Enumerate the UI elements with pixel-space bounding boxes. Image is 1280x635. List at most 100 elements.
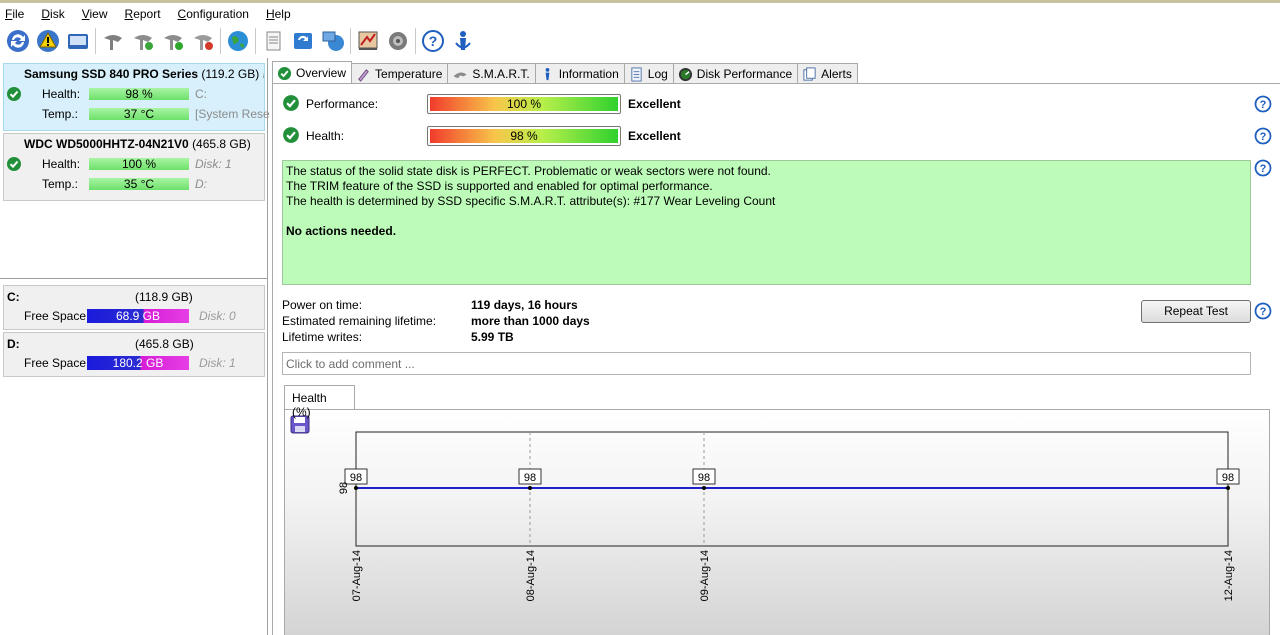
- status-box: The status of the solid state disk is PE…: [282, 160, 1251, 285]
- data-label: 98: [524, 472, 536, 484]
- health-label: Health:: [306, 129, 345, 143]
- performance-row: Performance: 100 % Excellent: [282, 93, 702, 115]
- tab-information[interactable]: Information: [534, 63, 625, 84]
- tab-label: S.M.A.R.T.: [472, 67, 530, 81]
- help-icon[interactable]: ?: [1254, 127, 1272, 145]
- comment-input[interactable]: Click to add comment ...: [282, 352, 1251, 375]
- tab-label: Overview: [296, 66, 347, 80]
- help-icon[interactable]: ?: [1254, 159, 1272, 177]
- y-tick-label: 98: [338, 482, 350, 494]
- tab-disk-performance[interactable]: Disk Performance: [672, 63, 799, 84]
- performance-verdict: Excellent: [628, 97, 681, 111]
- toolbar-separator: [350, 28, 351, 54]
- alert-icon[interactable]: [33, 26, 63, 56]
- disk-item-samsung[interactable]: Samsung SSD 840 PRO Series (119.2 GB) Di…: [3, 63, 270, 131]
- disk-title: Samsung SSD 840 PRO Series (119.2 GB) Di: [24, 67, 264, 81]
- hdd-warning-icon[interactable]: [188, 26, 218, 56]
- about-icon[interactable]: [448, 26, 478, 56]
- menu-bar: File Disk View Report Configuration Help: [0, 3, 1280, 24]
- volume-item-c[interactable]: C: (118.9 GB) Free Space 68.9 GB Disk: 0: [3, 285, 265, 330]
- partition-note: [System Rese: [195, 107, 270, 121]
- hdd-tool-icon[interactable]: [98, 26, 128, 56]
- check-icon: [6, 156, 22, 175]
- health-value: 98 %: [430, 129, 618, 143]
- toolbar-separator: [95, 28, 96, 54]
- menu-configuration[interactable]: Configuration: [178, 7, 249, 21]
- lifetime-writes-value: 5.99 TB: [471, 330, 514, 344]
- volume-note: C:: [195, 87, 207, 101]
- help-icon[interactable]: ?: [418, 26, 448, 56]
- x-tick-label: 08-Aug-14: [525, 550, 537, 601]
- tab-overview[interactable]: Overview: [272, 61, 353, 84]
- hdd-check-icon[interactable]: [128, 26, 158, 56]
- performance-icon: [678, 67, 692, 81]
- toolbar-separator: [255, 28, 256, 54]
- disk-temp-row: Temp.: 35 °C D:: [4, 174, 264, 194]
- overview-content: Performance: 100 % Excellent Health: 98 …: [272, 83, 1280, 635]
- toolbar-separator: [220, 28, 221, 54]
- speaker-icon[interactable]: [383, 26, 413, 56]
- help-icon[interactable]: ?: [1254, 95, 1272, 113]
- globe-icon[interactable]: [223, 26, 253, 56]
- x-tick-label: 12-Aug-14: [1223, 550, 1235, 601]
- performance-gauge: 100 %: [427, 94, 621, 114]
- temp-label: Temp.:: [42, 107, 79, 121]
- volume-item-d[interactable]: D: (465.8 GB) Free Space 180.2 GB Disk: …: [3, 332, 265, 377]
- tab-smart[interactable]: S.M.A.R.T.: [447, 63, 536, 84]
- volume-letter: D:: [7, 337, 20, 351]
- check-icon: [277, 66, 292, 80]
- disk-temp-row: Temp.: 37 °C [System Rese: [4, 104, 270, 124]
- menu-file[interactable]: File: [5, 7, 24, 21]
- power-on-label: Power on time:: [282, 298, 363, 312]
- health-row: Health: 98 % Excellent: [282, 125, 702, 147]
- repeat-test-button[interactable]: Repeat Test: [1141, 300, 1251, 323]
- tab-label: Temperature: [375, 67, 443, 81]
- health-bar: 100 %: [89, 158, 189, 170]
- volume-letter: C:: [7, 290, 20, 304]
- help-icon[interactable]: ?: [1254, 302, 1272, 320]
- disk-health-row: Health: 100 % Disk: 1: [4, 154, 264, 174]
- menu-disk[interactable]: Disk: [41, 7, 64, 21]
- smart-icon: [453, 72, 467, 78]
- chart-tool-icon[interactable]: [353, 26, 383, 56]
- sync-icon[interactable]: [288, 26, 318, 56]
- status-action: No actions needed.: [286, 224, 397, 238]
- main-pane: Overview Temperature S.M.A.R.T. Informat…: [272, 58, 1280, 635]
- network-icon[interactable]: [318, 26, 348, 56]
- volume-disk-note: Disk: 0: [199, 309, 236, 323]
- menu-help[interactable]: Help: [266, 7, 291, 21]
- data-label: 98: [1222, 472, 1234, 484]
- temp-bar: 35 °C: [89, 178, 189, 190]
- volume-disk-note: Disk: 1: [199, 356, 236, 370]
- tab-label: Disk Performance: [696, 67, 793, 81]
- menu-report[interactable]: Report: [125, 7, 161, 21]
- status-line: The health is determined by SSD specific…: [286, 194, 776, 208]
- svg-text:?: ?: [1260, 306, 1267, 318]
- tab-label: Information: [558, 67, 619, 81]
- tab-label: Log: [647, 67, 668, 81]
- svg-text:?: ?: [1260, 163, 1267, 175]
- health-label: Health:: [42, 157, 81, 171]
- temp-bar: 37 °C: [89, 108, 189, 120]
- status-line: The TRIM feature of the SSD is supported…: [286, 179, 713, 193]
- data-point: [354, 486, 358, 490]
- drive-icon[interactable]: [63, 26, 93, 56]
- disk-item-wdc[interactable]: WDC WD5000HHTZ-04N21V0 (465.8 GB) Health…: [3, 133, 265, 201]
- volume-size: (465.8 GB): [135, 337, 194, 351]
- tab-temperature[interactable]: Temperature: [351, 63, 449, 84]
- performance-label: Performance:: [306, 97, 379, 111]
- tab-health-chart[interactable]: Health (%): [284, 385, 355, 419]
- document-icon[interactable]: [258, 26, 288, 56]
- thermometer-icon: [358, 68, 369, 82]
- health-bar: 98 %: [89, 88, 189, 100]
- disk-title: WDC WD5000HHTZ-04N21V0 (465.8 GB): [24, 137, 251, 151]
- disk-health-row: Health: 98 % C:: [4, 84, 264, 104]
- menu-view[interactable]: View: [82, 7, 108, 21]
- volume-size: (118.9 GB): [135, 290, 193, 304]
- remaining-lifetime-value: more than 1000 days: [471, 314, 590, 328]
- tab-log[interactable]: Log: [623, 63, 674, 84]
- hdd-ok-icon[interactable]: [158, 26, 188, 56]
- tab-alerts[interactable]: Alerts: [797, 63, 858, 84]
- refresh-icon[interactable]: [3, 26, 33, 56]
- free-space-label: Free Space: [24, 309, 87, 323]
